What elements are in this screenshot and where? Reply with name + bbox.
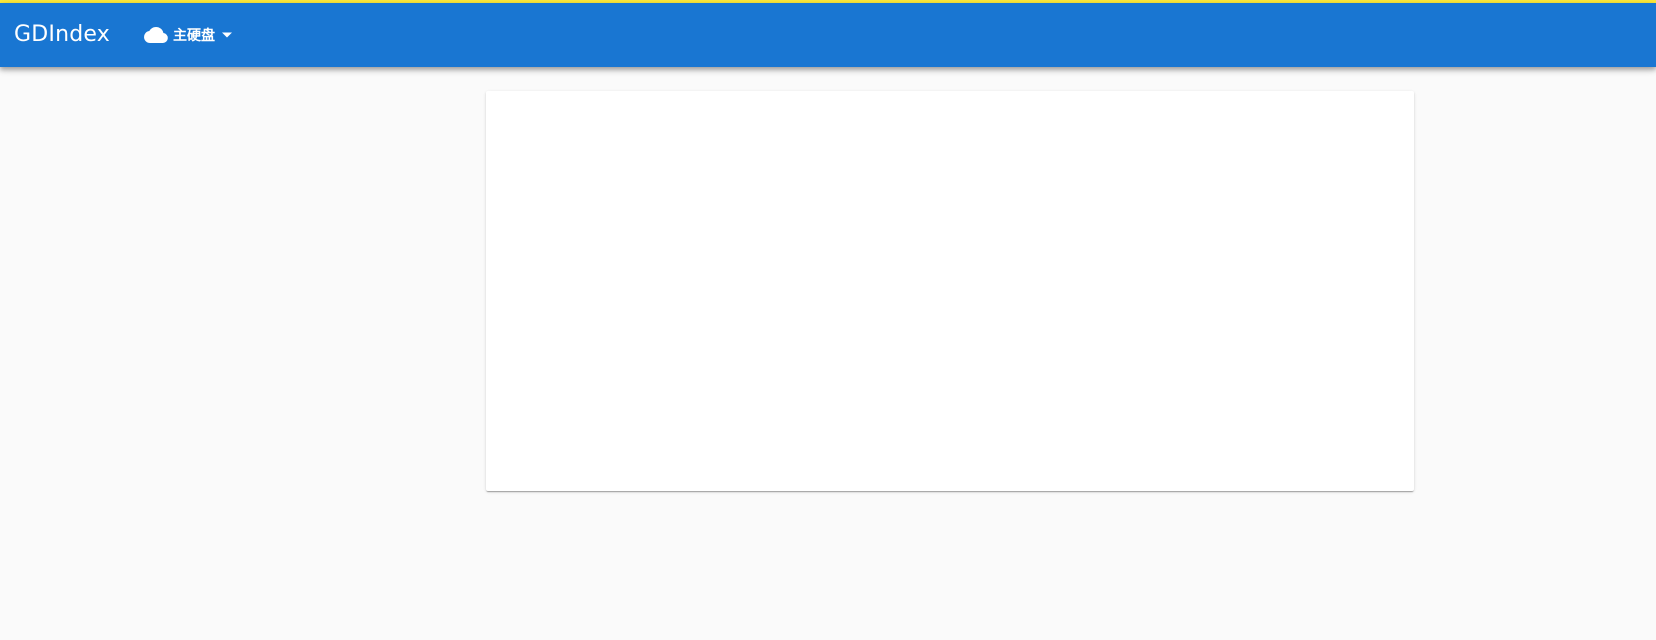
cloud-icon (144, 26, 168, 44)
drive-selector-button[interactable]: 主硬盘 (140, 20, 238, 50)
caret-down-icon (220, 28, 234, 42)
app-bar: GDIndex 主硬盘 (0, 3, 1656, 67)
drive-selector-label: 主硬盘 (173, 28, 215, 44)
file-list-card (486, 91, 1414, 491)
app-title: GDIndex (14, 22, 110, 47)
